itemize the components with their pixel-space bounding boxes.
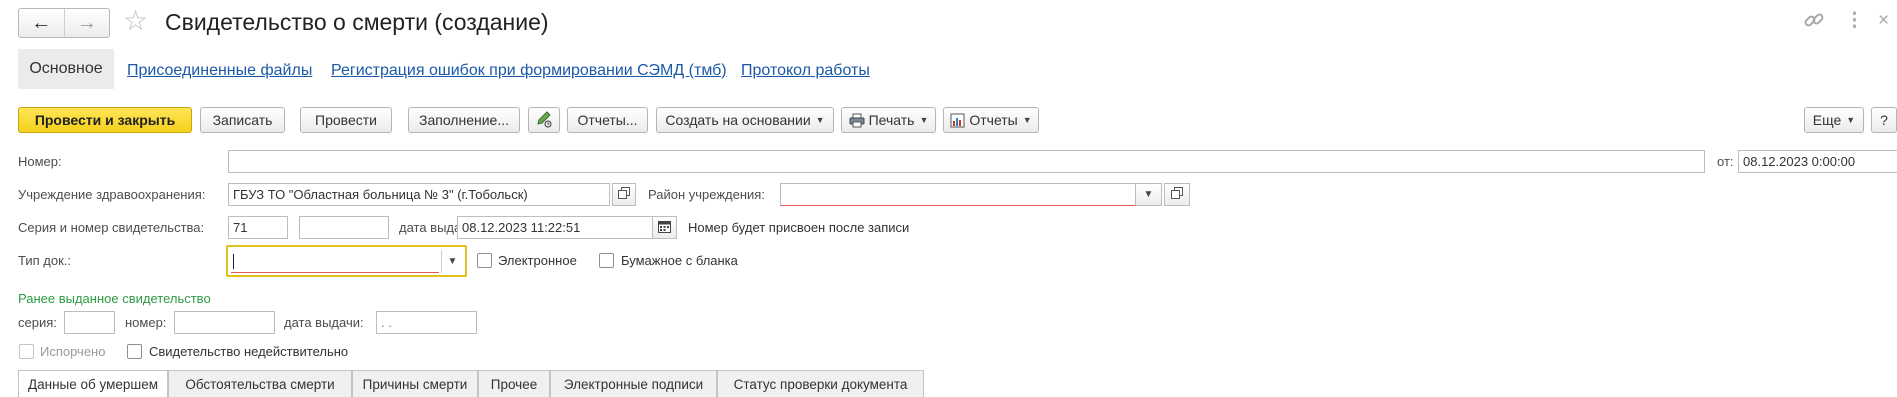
- previous-series-field[interactable]: [64, 311, 115, 334]
- institution-label: Учреждение здравоохранения:: [18, 187, 206, 202]
- institution-field[interactable]: ГБУЗ ТО "Областная больница № 3" (г.Тобо…: [228, 183, 610, 206]
- pen-icon: [535, 110, 553, 131]
- reports-dialog-button[interactable]: Отчеты...: [567, 107, 648, 133]
- create-based-on-button[interactable]: Создать на основании ▼: [656, 107, 834, 133]
- edit-pen-button[interactable]: [528, 107, 560, 133]
- save-button[interactable]: Записать: [200, 107, 285, 133]
- more-label: Еще: [1812, 112, 1842, 128]
- reports-menu-button[interactable]: Отчеты ▼: [943, 107, 1039, 133]
- chevron-down-icon: ▼: [815, 115, 825, 125]
- tab-document-check-status[interactable]: Статус проверки документа: [717, 370, 924, 397]
- electronic-label: Электронное: [498, 253, 577, 268]
- navigation-buttons: ← →: [18, 8, 110, 38]
- open-institution-button[interactable]: [612, 183, 636, 206]
- previous-number-label: номер:: [125, 315, 167, 330]
- tab-death-causes[interactable]: Причины смерти: [352, 370, 478, 397]
- electronic-checkbox[interactable]: [477, 253, 492, 268]
- certificate-number-field[interactable]: [299, 216, 389, 239]
- more-vertical-icon[interactable]: ⋮: [1845, 9, 1864, 33]
- printer-icon: [849, 113, 865, 128]
- number-field[interactable]: [228, 150, 1705, 173]
- tab-work-protocol[interactable]: Протокол работы: [741, 62, 870, 80]
- create-based-on-label: Создать на основании: [665, 112, 811, 128]
- doc-type-input[interactable]: [231, 250, 439, 273]
- invalid-certificate-label: Свидетельство недействительно: [149, 344, 349, 359]
- series-field[interactable]: 71: [228, 216, 288, 239]
- page-title: Свидетельство о смерти (создание): [165, 9, 549, 35]
- post-and-close-button[interactable]: Провести и закрыть: [18, 107, 192, 133]
- fill-button[interactable]: Заполнение...: [408, 107, 520, 133]
- favorite-star-icon[interactable]: ☆: [123, 6, 148, 36]
- print-button[interactable]: Печать ▼: [841, 107, 936, 133]
- open-copy-icon: [618, 187, 630, 202]
- doc-type-combobox[interactable]: ▼: [226, 245, 467, 277]
- more-button[interactable]: Еще ▼: [1804, 107, 1864, 133]
- reports-label: Отчеты: [969, 112, 1018, 128]
- district-label: Район учреждения:: [648, 187, 765, 202]
- series-number-label: Серия и номер свидетельства:: [18, 220, 205, 235]
- paper-blank-label: Бумажное с бланка: [621, 253, 738, 268]
- previous-certificate-header: Ранее выданное свидетельство: [18, 291, 211, 306]
- tab-electronic-signatures[interactable]: Электронные подписи: [550, 370, 717, 397]
- help-button[interactable]: ?: [1871, 107, 1897, 133]
- open-district-button[interactable]: [1164, 183, 1190, 206]
- chevron-down-icon: ▼: [1022, 115, 1032, 125]
- calendar-button[interactable]: [653, 216, 677, 239]
- district-field[interactable]: [780, 183, 1136, 206]
- text-cursor: [233, 253, 234, 269]
- spoiled-label: Испорчено: [40, 344, 106, 359]
- post-button[interactable]: Провести: [300, 107, 392, 133]
- tab-main[interactable]: Основное: [18, 49, 114, 89]
- previous-date-field[interactable]: . .: [376, 311, 477, 334]
- chevron-down-icon: ▼: [447, 256, 458, 267]
- previous-series-label: серия:: [18, 315, 57, 330]
- from-date-field[interactable]: 08.12.2023 0:00:00: [1738, 150, 1897, 173]
- previous-number-field[interactable]: [174, 311, 275, 334]
- forward-arrow-icon[interactable]: →: [63, 9, 110, 37]
- report-chart-icon: [950, 113, 965, 128]
- chevron-down-icon: ▼: [919, 115, 929, 125]
- link-icon[interactable]: [1803, 9, 1825, 38]
- previous-date-label: дата выдачи:: [284, 315, 364, 330]
- district-dropdown-button[interactable]: ▼: [1136, 183, 1162, 206]
- chevron-down-icon: ▼: [1846, 115, 1856, 125]
- print-label: Печать: [868, 112, 915, 128]
- tab-error-registration[interactable]: Регистрация ошибок при формировании СЭМД…: [331, 62, 727, 80]
- doc-type-dropdown-button[interactable]: ▼: [441, 250, 463, 273]
- spoiled-checkbox[interactable]: [19, 344, 34, 359]
- invalid-certificate-checkbox[interactable]: [127, 344, 142, 359]
- paper-blank-checkbox[interactable]: [599, 253, 614, 268]
- tab-attached-files[interactable]: Присоединенные файлы: [127, 62, 312, 80]
- close-icon[interactable]: ×: [1878, 9, 1889, 33]
- open-copy-icon: [1171, 187, 1183, 202]
- chevron-down-icon: ▼: [1143, 189, 1154, 200]
- calendar-icon: [658, 220, 671, 236]
- number-label: Номер:: [18, 154, 62, 169]
- tab-deceased-data[interactable]: Данные об умершем: [18, 370, 168, 397]
- issue-date-field[interactable]: 08.12.2023 11:22:51: [457, 216, 653, 239]
- tab-death-circumstances[interactable]: Обстоятельства смерти: [168, 370, 352, 397]
- from-label: от:: [1717, 154, 1734, 169]
- doc-type-label: Тип док.:: [18, 253, 72, 268]
- number-assignment-note: Номер будет присвоен после записи: [688, 220, 910, 235]
- back-arrow-icon[interactable]: ←: [19, 9, 64, 37]
- tab-other[interactable]: Прочее: [478, 370, 550, 397]
